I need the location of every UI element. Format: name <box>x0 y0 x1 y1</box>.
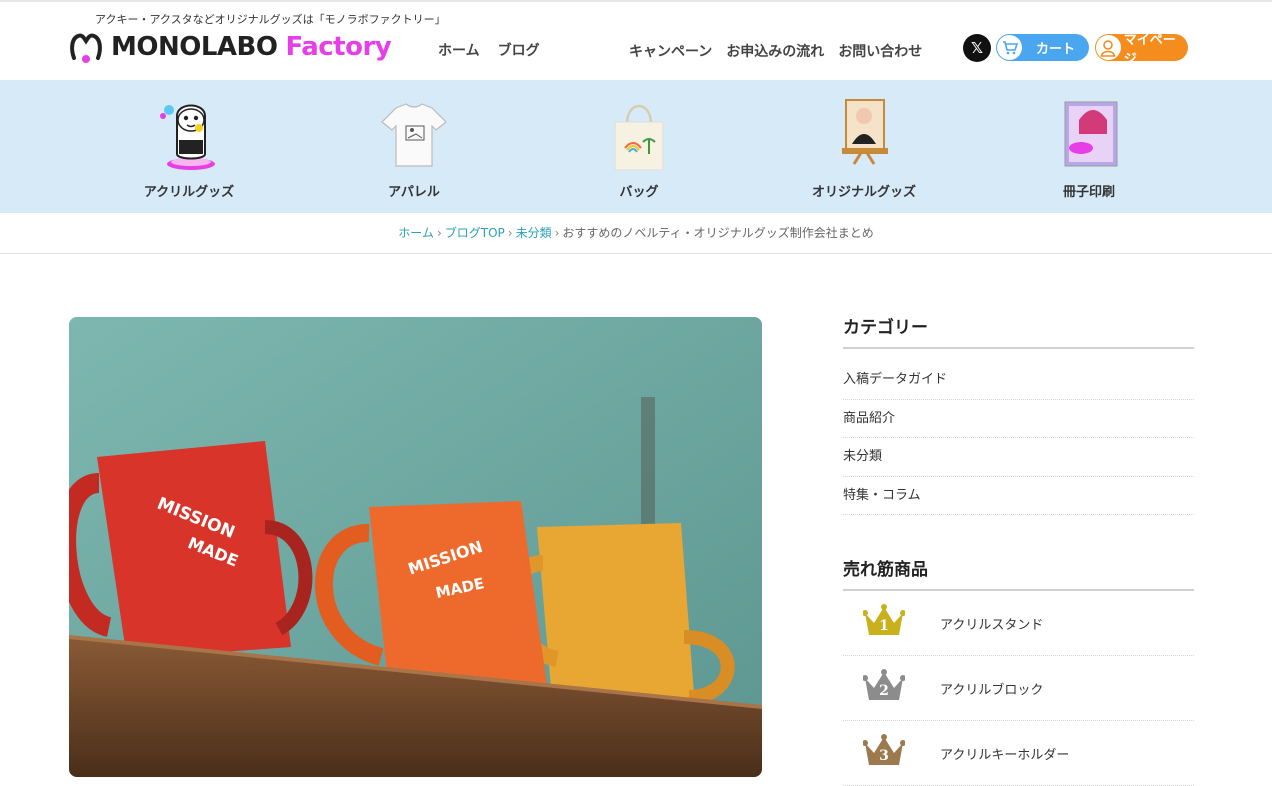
site-tagline: アクキー・アクスタなどオリジナルグッズは「モノラボファクトリー」 <box>95 13 446 26</box>
crown-icon: 2 <box>862 668 906 708</box>
mypage-label: マイページ <box>1123 32 1176 67</box>
tshirt-icon <box>374 94 454 174</box>
breadcrumb: ホーム › ブログTOP › 未分類 › おすすめのノベルティ・オリジナルグッズ制作会社まと… <box>0 213 1272 254</box>
ranking-item[interactable]: 2 アクリルブロック <box>843 656 1194 721</box>
breadcrumb-blog-top[interactable]: ブログTOP <box>445 226 505 240</box>
ranking-number: 2 <box>879 683 889 699</box>
category-label: オリジナルグッズ <box>811 185 916 200</box>
breadcrumb-separator: › <box>436 226 442 240</box>
ranking-list: 1 アクリルスタンド 2 アクリルブロック 3 アクリルキーホルダー <box>843 591 1194 786</box>
booklet-icon <box>1049 94 1129 174</box>
category-apparel[interactable]: アパレル <box>349 94 479 200</box>
acrylic-character-icon <box>149 94 229 174</box>
x-social-button[interactable]: 𝕏 <box>963 34 991 62</box>
ranking-item[interactable]: 1 アクリルスタンド <box>843 591 1194 656</box>
ranking-product-name: アクリルスタンド <box>940 617 1044 633</box>
ranking-product-name: アクリルブロック <box>940 682 1044 698</box>
category-list: 入稿データガイド 商品紹介 未分類 特集・コラム <box>843 361 1194 515</box>
ranking-product-name: アクリルキーホルダー <box>940 747 1070 763</box>
breadcrumb-separator: › <box>507 226 513 240</box>
nav-flow[interactable]: お申込みの流れ <box>726 41 824 61</box>
ranking-number: 1 <box>879 618 889 634</box>
category-original-goods[interactable]: オリジナルグッズ <box>799 94 929 200</box>
cart-label: カート <box>1036 42 1076 57</box>
logo-text-monolabo: MONOLABO <box>111 32 278 62</box>
breadcrumb-category[interactable]: 未分類 <box>516 226 552 240</box>
category-acrylic[interactable]: アクリルグッズ <box>124 94 254 200</box>
nav-campaign[interactable]: キャンペーン <box>629 41 712 61</box>
ranking-item[interactable]: 3 アクリルキーホルダー <box>843 721 1194 786</box>
breadcrumb-home[interactable]: ホーム <box>398 226 434 240</box>
sidebar-category-item[interactable]: 入稿データガイド <box>843 361 1194 400</box>
cart-button[interactable]: カート <box>996 34 1089 61</box>
category-label: バッグ <box>619 185 659 200</box>
mypage-button[interactable]: マイページ <box>1095 33 1188 67</box>
category-label: アパレル <box>388 185 440 200</box>
sidebar-category-item[interactable]: 未分類 <box>843 438 1194 477</box>
ranking-number: 3 <box>879 748 889 764</box>
category-label: 冊子印刷 <box>1062 185 1115 200</box>
crown-icon: 1 <box>862 603 906 643</box>
crown-icon: 3 <box>862 733 906 773</box>
nav-contact[interactable]: お問い合わせ <box>838 41 922 61</box>
site-header: アクキー・アクスタなどオリジナルグッズは「モノラボファクトリー」 MONOLAB… <box>0 2 1272 80</box>
user-icon <box>1096 35 1121 60</box>
tote-bag-icon <box>599 94 679 174</box>
easel-goods-icon <box>824 94 904 174</box>
logo-text-factory: Factory <box>285 32 392 62</box>
sidebar: カテゴリー 入稿データガイド 商品紹介 未分類 特集・コラム 売れ筋商品 1 ア… <box>843 313 1194 786</box>
sidebar-category-item[interactable]: 商品紹介 <box>843 400 1194 438</box>
nav-blog[interactable]: ブログ <box>498 40 540 60</box>
category-label: アクリルグッズ <box>143 185 235 200</box>
category-bag[interactable]: バッグ <box>574 94 704 200</box>
breadcrumb-separator: › <box>554 226 560 240</box>
cart-icon <box>997 35 1022 60</box>
category-section-title: カテゴリー <box>843 313 1194 349</box>
breadcrumb-current: おすすめのノベルティ・オリジナルグッズ制作会社まとめ <box>562 226 874 240</box>
secondary-nav: キャンペーン お申込みの流れ お問い合わせ <box>629 41 922 61</box>
site-logo[interactable]: MONOLABO Factory <box>69 30 392 64</box>
ranking-section-title: 売れ筋商品 <box>843 555 1194 591</box>
x-icon: 𝕏 <box>970 39 984 57</box>
primary-nav: ホーム ブログ <box>438 40 540 60</box>
monolabo-logo-icon <box>69 30 103 64</box>
sidebar-category-item[interactable]: 特集・コラム <box>843 477 1194 515</box>
category-booklet[interactable]: 冊子印刷 <box>1024 94 1154 200</box>
category-band: アクリルグッズ アパレル バッグ オリジナルグッズ 冊子印刷 <box>0 80 1272 213</box>
article-hero-image: MISSION MADE MISSION MADE <box>69 317 762 777</box>
nav-home[interactable]: ホーム <box>438 40 480 60</box>
